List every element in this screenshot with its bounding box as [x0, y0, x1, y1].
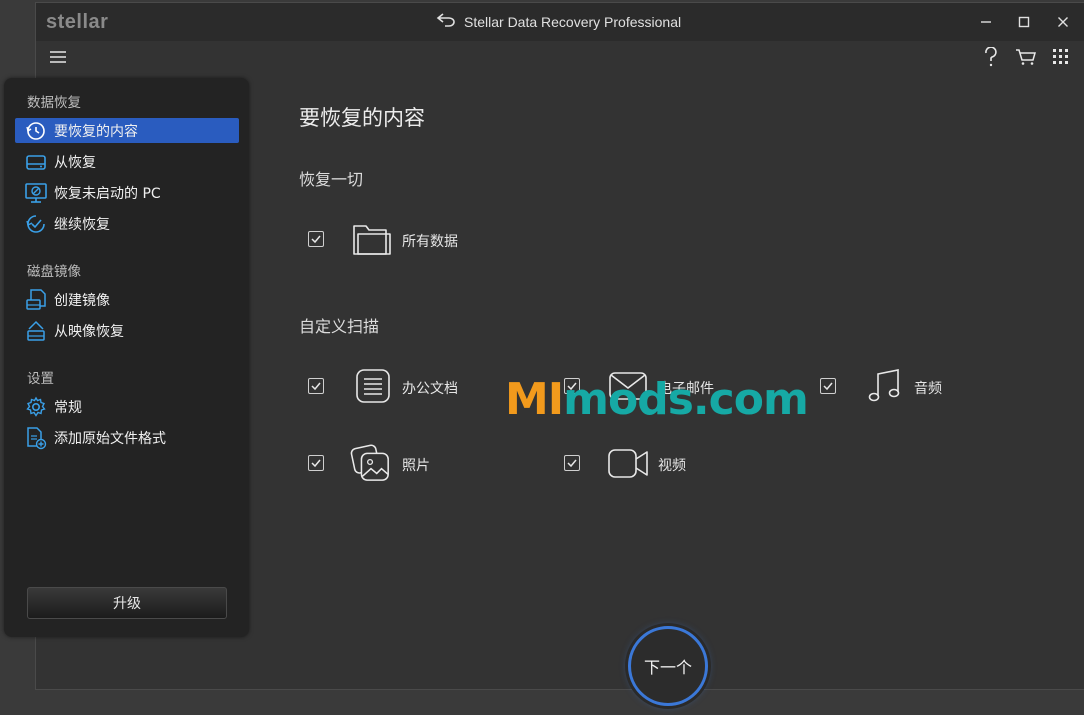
- sidebar-item-label: 添加原始文件格式: [54, 430, 166, 447]
- window-title: Stellar Data Recovery Professional: [464, 13, 682, 30]
- restore-icon: [23, 119, 49, 143]
- sidebar-item-label: 继续恢复: [54, 216, 110, 233]
- sidebar-item-unbootable-pc[interactable]: 恢复未启动的 PC: [15, 180, 239, 205]
- app-logo: stellar: [46, 11, 109, 33]
- sidebar-item-resume-recovery[interactable]: 继续恢复: [15, 211, 239, 236]
- recover-all-heading: 恢复一切: [299, 170, 364, 189]
- photos-checkbox[interactable]: [308, 455, 324, 471]
- all-data-label: 所有数据: [402, 234, 458, 250]
- section-label-settings: 设置: [27, 371, 54, 387]
- cart-icon[interactable]: [1012, 43, 1040, 71]
- photo-icon: [350, 441, 392, 483]
- sidebar-item-restore-from-image[interactable]: 从映像恢复: [15, 318, 239, 343]
- video-label: 视频: [658, 458, 686, 474]
- sidebar-item-recover-from[interactable]: 从恢复: [15, 149, 239, 174]
- custom-scan-heading: 自定义扫描: [299, 317, 380, 336]
- minimize-button[interactable]: [971, 9, 1001, 35]
- maximize-button[interactable]: [1009, 9, 1039, 35]
- title-group: Stellar Data Recovery Professional: [436, 13, 681, 30]
- monitor-icon: [23, 181, 49, 205]
- page-title: 要恢复的内容: [299, 106, 425, 130]
- sidebar: 数据恢复 要恢复的内容 从恢复 恢复未启动的 PC 继续恢复 磁盘镜像 创建镜像: [4, 78, 249, 637]
- title-bar: stellar Stellar Data Recovery Profession…: [36, 3, 1084, 41]
- audio-label: 音频: [914, 381, 942, 397]
- toolbar: [36, 41, 1084, 77]
- sidebar-item-create-image[interactable]: 创建镜像: [15, 287, 239, 312]
- sidebar-item-add-file-format[interactable]: 添加原始文件格式: [15, 425, 239, 450]
- audio-checkbox[interactable]: [820, 378, 836, 394]
- create-image-icon: [23, 288, 49, 312]
- image-restore-icon: [23, 319, 49, 343]
- video-camera-icon: [607, 442, 649, 484]
- apps-grid-icon[interactable]: [1047, 43, 1075, 71]
- section-label-data-recovery: 数据恢复: [27, 95, 81, 111]
- section-label-disk-imaging: 磁盘镜像: [27, 264, 81, 280]
- close-button[interactable]: [1048, 9, 1078, 35]
- video-checkbox[interactable]: [564, 455, 580, 471]
- photos-label: 照片: [402, 458, 430, 474]
- sidebar-item-general[interactable]: 常规: [15, 394, 239, 419]
- sidebar-item-label: 从恢复: [54, 154, 96, 171]
- sidebar-item-label: 常规: [54, 399, 82, 416]
- office-docs-checkbox[interactable]: [308, 378, 324, 394]
- music-note-icon: [863, 365, 905, 407]
- help-icon[interactable]: [977, 43, 1005, 71]
- sidebar-item-what-to-recover[interactable]: 要恢复的内容: [15, 118, 239, 143]
- add-file-icon: [23, 426, 49, 450]
- upgrade-button[interactable]: 升级: [27, 587, 227, 619]
- hamburger-menu-icon[interactable]: [44, 43, 72, 71]
- sidebar-item-label: 要恢复的内容: [54, 123, 138, 140]
- all-data-checkbox[interactable]: [308, 231, 324, 247]
- sidebar-item-label: 恢复未启动的 PC: [54, 185, 161, 202]
- sidebar-item-label: 创建镜像: [54, 292, 110, 309]
- gear-icon: [23, 395, 49, 419]
- drive-icon: [23, 150, 49, 174]
- office-docs-label: 办公文档: [402, 381, 458, 397]
- watermark-part1: MI: [505, 374, 564, 425]
- back-arrow-icon[interactable]: [436, 13, 456, 30]
- watermark-part2: mods.com: [563, 374, 809, 425]
- next-button[interactable]: 下一个: [628, 626, 708, 706]
- sidebar-item-label: 从映像恢复: [54, 323, 124, 340]
- watermark: MImods.com: [505, 374, 809, 425]
- document-icon: [352, 365, 394, 407]
- folder-icon: [351, 218, 393, 260]
- resume-icon: [23, 212, 49, 236]
